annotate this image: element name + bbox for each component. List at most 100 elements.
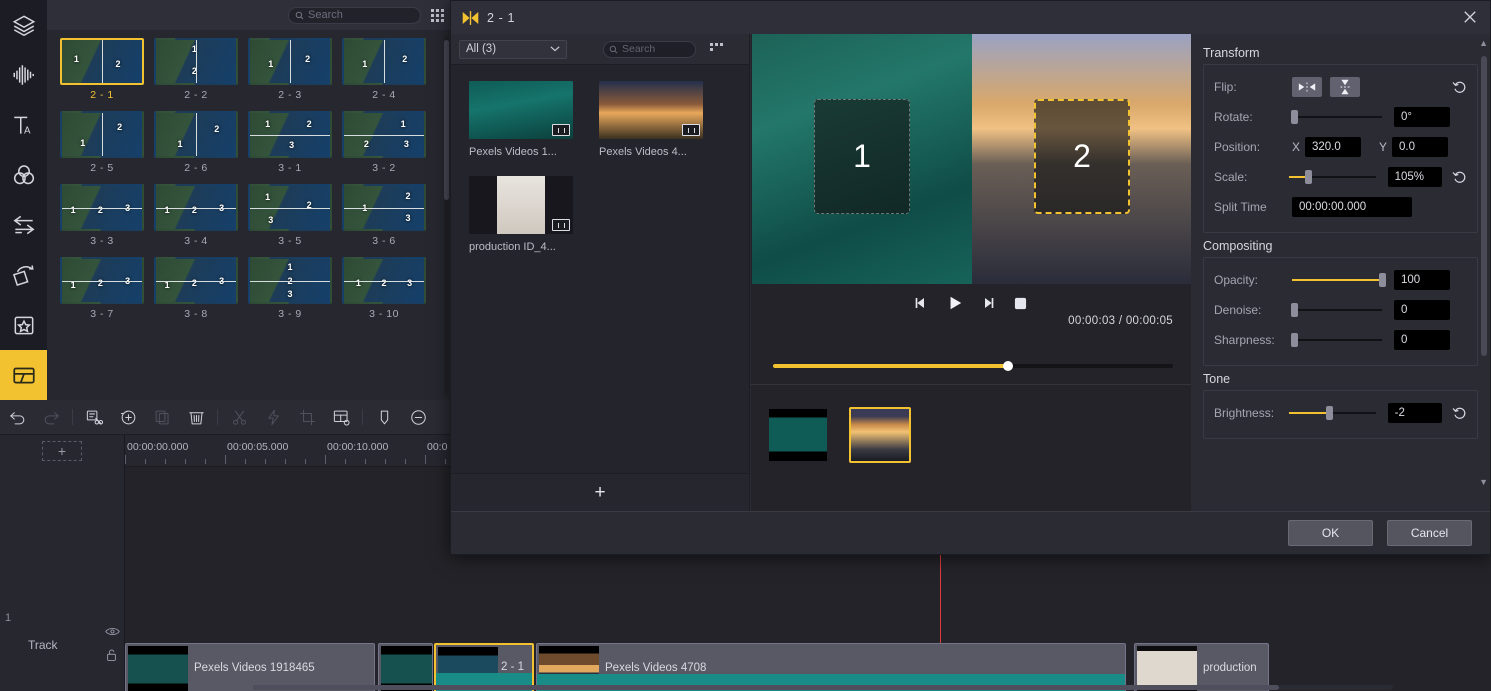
crop-icon[interactable] [290,400,324,435]
prev-frame-icon[interactable] [911,292,933,314]
library-template-item[interactable]: 122 - 4 [342,38,426,101]
undo-icon[interactable] [0,400,34,435]
add-marker-icon[interactable] [111,400,145,435]
play-icon[interactable] [944,292,966,314]
zoom-out-icon[interactable] [401,400,435,435]
property-value-field[interactable]: 0° [1394,107,1450,127]
position-x-field[interactable]: 320.0 [1305,137,1362,157]
rail-item-audio[interactable] [0,50,47,100]
redo-icon[interactable] [34,400,68,435]
seek-slider[interactable] [773,361,1173,371]
stop-icon[interactable] [1010,292,1032,314]
library-template-item[interactable]: 123 3 - 9 [248,257,332,320]
library-template-item[interactable]: 1233 - 3 [60,184,144,247]
timeline-clip[interactable] [378,643,433,691]
template-divider-line [384,40,385,83]
slider-knob[interactable] [1379,273,1386,287]
property-slider[interactable] [1290,332,1382,348]
property-slider[interactable] [1289,169,1376,185]
marker-icon[interactable] [367,400,401,435]
preview-pane-2[interactable]: 2 [972,34,1192,284]
scroll-down-arrow-icon[interactable]: ▼ [1479,477,1488,487]
library-template-item[interactable]: 122 - 3 [248,38,332,101]
property-slider[interactable] [1290,302,1382,318]
rail-item-media[interactable] [0,0,47,50]
library-template-item[interactable]: 1 2 3 3 - 10 [342,257,426,320]
timeline-clip[interactable]: Pexels Videos 1918465 [125,643,375,691]
property-value-field[interactable]: 0 [1394,300,1450,320]
media-filter-select[interactable]: All (3) [459,39,567,59]
split-cut-icon[interactable] [77,400,111,435]
property-slider[interactable] [1290,109,1382,125]
slider-knob[interactable] [1305,170,1313,184]
flip-horizontal-icon[interactable] [1292,77,1322,97]
speed-icon[interactable] [256,400,290,435]
library-template-item[interactable]: 122 - 5 [60,111,144,174]
split-screen-tool-icon[interactable] [324,400,358,435]
property-value-field[interactable]: 0 [1394,330,1450,350]
eye-visibility-icon[interactable] [105,626,120,640]
add-track-button[interactable]: + [42,441,82,461]
rail-item-color-filters[interactable] [0,150,47,200]
library-scrollbar[interactable] [444,36,449,396]
library-search-input[interactable]: Search [288,6,421,24]
property-value-field[interactable]: -2 [1387,403,1443,423]
library-template-item[interactable]: 123 3 - 7 [60,257,144,320]
properties-scrollbar[interactable] [1481,42,1487,461]
media-item-thumbnail [469,176,573,234]
media-item[interactable]: Pexels Videos 1... [469,81,573,158]
library-template-item[interactable]: 1233 - 6 [342,184,426,247]
filmstrip-frame[interactable] [849,407,911,463]
media-grid-view-icon[interactable] [710,42,723,56]
rail-item-split-screen[interactable] [0,350,47,400]
reset-icon[interactable] [1452,406,1467,421]
slider-knob[interactable] [1290,110,1298,124]
delete-trash-icon[interactable] [179,400,213,435]
scissors-icon[interactable] [222,400,256,435]
timeline-clip[interactable]: 2 - 1 [434,643,534,691]
grid-view-icon[interactable] [431,8,444,22]
split-time-field[interactable]: 00:00:00.000 [1292,197,1412,217]
lock-icon[interactable] [105,648,118,665]
media-item[interactable]: production ID_4... [469,176,573,253]
library-template-item[interactable]: 122 - 6 [154,111,238,174]
flip-vertical-icon[interactable] [1330,77,1360,97]
reset-icon[interactable] [1452,80,1467,95]
scroll-up-arrow-icon[interactable]: ▲ [1479,38,1488,48]
property-value-field[interactable]: 105% [1387,167,1443,187]
rail-item-stickers[interactable] [0,300,47,350]
library-template-item[interactable]: 1 2 3 3 - 5 [248,184,332,247]
timeline-clip[interactable]: Pexels Videos 4708 [536,643,1126,691]
timeline-horizontal-scrollbar[interactable] [253,685,1393,690]
cancel-button[interactable]: Cancel [1387,520,1472,546]
property-slider[interactable] [1289,405,1376,421]
slider-knob[interactable] [1325,406,1333,420]
library-template-item[interactable]: 12 2 - 2 [154,38,238,101]
position-y-field[interactable]: 0.0 [1392,137,1449,157]
copy-icon[interactable] [145,400,179,435]
rail-item-motion[interactable] [0,250,47,300]
ok-button[interactable]: OK [1288,520,1373,546]
close-icon[interactable] [1460,7,1480,27]
media-search-input[interactable]: Search [603,40,696,58]
library-template-item[interactable]: 122 - 1 [60,38,144,101]
property-slider[interactable] [1292,272,1386,288]
reset-icon[interactable] [1452,170,1467,185]
slider-knob[interactable] [1290,333,1298,347]
property-value-field[interactable]: 100 [1394,270,1450,290]
library-template-item[interactable]: 1233 - 4 [154,184,238,247]
slider-knob[interactable] [1290,303,1298,317]
timeline-clip[interactable]: production [1134,643,1269,691]
rail-item-transitions[interactable] [0,200,47,250]
library-template-item[interactable]: 1 23 3 - 1 [248,111,332,174]
ruler-tick [325,455,326,464]
preview-pane-1[interactable]: 1 [752,34,972,284]
media-item[interactable]: Pexels Videos 4... [599,81,703,158]
next-frame-icon[interactable] [977,292,999,314]
add-media-button[interactable]: + [451,473,749,511]
library-template-item[interactable]: 1 2 3 3 - 2 [342,111,426,174]
library-template-item[interactable]: 123 3 - 8 [154,257,238,320]
rail-item-text[interactable]: A [0,100,47,150]
filmstrip-frame[interactable] [767,407,829,463]
seek-knob[interactable] [1002,361,1013,371]
